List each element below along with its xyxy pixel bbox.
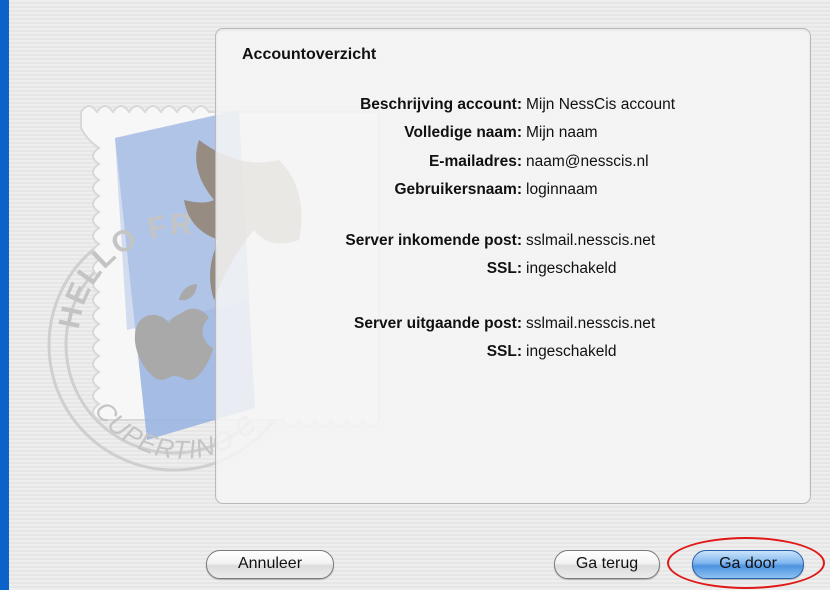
summary-label: Gebruikersnaam: (394, 181, 523, 198)
setup-assistant-window: HELLO FR CUPERTINO CA Accountoverzicht B… (9, 0, 830, 590)
summary-row-outgoing-ssl: SSL: ingeschakeld (216, 343, 810, 367)
back-button[interactable]: Ga terug (554, 550, 660, 579)
summary-value: Mijn naam (526, 124, 598, 141)
summary-row-outgoing-server: Server uitgaande post: sslmail.nesscis.n… (216, 315, 810, 339)
summary-label: Server inkomende post: (345, 232, 522, 249)
summary-label: SSL: (486, 260, 522, 277)
summary-value: naam@nesscis.nl (526, 153, 649, 170)
summary-value: sslmail.nesscis.net (526, 315, 656, 332)
summary-value: ingeschakeld (526, 260, 617, 277)
summary-label: Beschrijving account: (360, 96, 522, 113)
summary-row-email: E-mailadres: naam@nesscis.nl (216, 153, 810, 177)
summary-row-incoming-server: Server inkomende post: sslmail.nesscis.n… (216, 232, 810, 256)
summary-value: Mijn NessCis account (526, 96, 676, 113)
cancel-button[interactable]: Annuleer (206, 550, 334, 579)
summary-label: Server uitgaande post: (354, 315, 522, 332)
summary-value: loginnaam (526, 181, 598, 198)
summary-row-incoming-ssl: SSL: ingeschakeld (216, 260, 810, 284)
account-summary-panel: Accountoverzicht Beschrijving account: M… (215, 28, 811, 504)
continue-button[interactable]: Ga door (692, 550, 804, 579)
summary-row-full-name: Volledige naam: Mijn naam (216, 124, 810, 148)
summary-label: E-mailadres: (428, 153, 522, 170)
summary-label: SSL: (486, 343, 522, 360)
summary-row-username: Gebruikersnaam: loginnaam (216, 181, 810, 205)
summary-row-description: Beschrijving account: Mijn NessCis accou… (216, 96, 810, 120)
summary-value: sslmail.nesscis.net (526, 232, 656, 249)
summary-value: ingeschakeld (526, 343, 617, 360)
summary-label: Volledige naam: (404, 124, 522, 141)
panel-title: Accountoverzicht (242, 46, 377, 63)
